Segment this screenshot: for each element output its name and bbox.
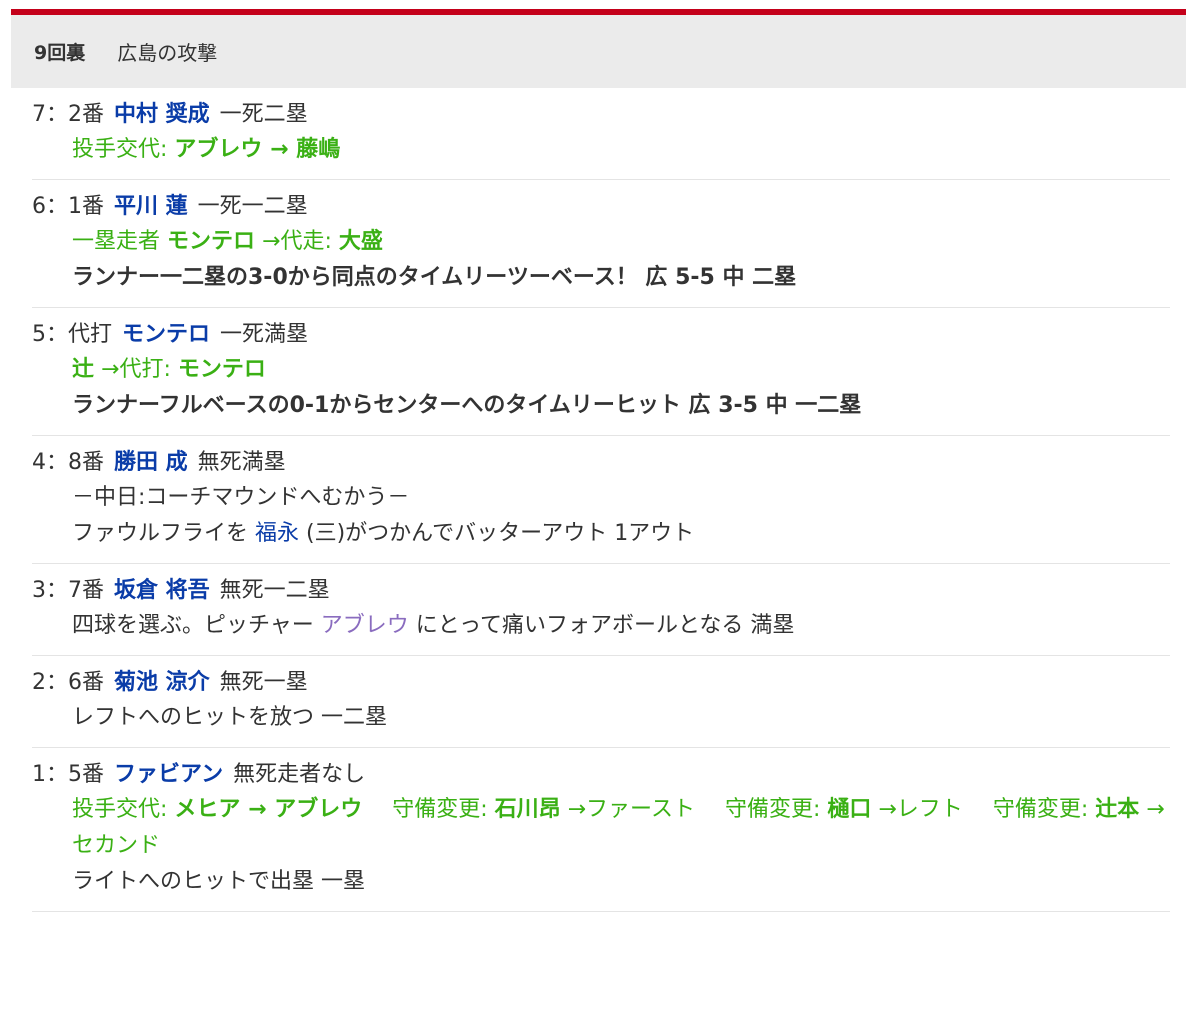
event-number: 2： (32, 670, 68, 695)
event-header: 5：代打 モンテロ 一死満塁 (32, 318, 1170, 352)
change-position: →レフト (871, 797, 963, 822)
sub-from: アブレウ (174, 137, 263, 162)
event-number: 1： (32, 762, 68, 787)
event-body: －中日:コーチマウンドへむかう－ ファウルフライを 福永 (三)がつかんでバッタ… (32, 480, 1170, 552)
event-header: 7：2番 中村 奨成 一死二塁 (32, 98, 1170, 132)
change-arrow: → (240, 797, 275, 822)
lineup-changes: 投手交代: メヒア → アブレウ 守備変更: 石川昂 →ファースト 守備変更: 樋口… (72, 792, 1170, 864)
play-by-play-panel: 9回裏 広島の攻撃 7：2番 中村 奨成 一死二塁 投手交代: アブレウ → 藤嶋 … (11, 9, 1186, 912)
play-description: ライトへのヒットで出塁 一塁 (72, 869, 365, 894)
batter-name[interactable]: 平川 蓮 (114, 194, 188, 219)
fielder-link[interactable]: 福永 (255, 521, 299, 546)
change-from: メヒア (174, 797, 241, 822)
desc-pre: 四球を選ぶ。ピッチャー (72, 613, 321, 638)
event-body: 投手交代: メヒア → アブレウ 守備変更: 石川昂 →ファースト 守備変更: 樋口… (32, 792, 1170, 900)
sub-to: モンテロ (177, 357, 266, 382)
list-item: 7：2番 中村 奨成 一死二塁 投手交代: アブレウ → 藤嶋 (32, 88, 1170, 180)
sub-arrow: → (262, 137, 297, 162)
pitcher-link[interactable]: アブレウ (321, 613, 409, 638)
event-header: 3：7番 坂倉 将吾 無死一二塁 (32, 574, 1170, 608)
batter-name[interactable]: ファビアン (114, 762, 223, 787)
batter-name[interactable]: 勝田 成 (114, 450, 188, 475)
desc-post: にとって痛いフォアボールとなる 満塁 (408, 613, 795, 638)
batting-order: 1番 (68, 194, 104, 219)
event-number: 4： (32, 450, 68, 475)
list-item: 2：6番 菊池 涼介 無死一塁 レフトへのヒットを放つ 一二塁 (32, 656, 1170, 748)
change-to: アブレウ (274, 797, 363, 822)
event-body: 四球を選ぶ。ピッチャー アブレウ にとって痛いフォアボールとなる 満塁 (32, 608, 1170, 644)
play-result: ランナー一二塁の3-0から同点のタイムリーツーベース！ 広 5-5 中 二塁 (72, 265, 797, 290)
batting-order: 代打 (68, 322, 113, 347)
list-item: 6：1番 平川 蓮一死一二塁 一塁走者 モンテロ →代走: 大盛 ランナー一二塁の… (32, 180, 1170, 308)
situation: 無死一二塁 (219, 578, 330, 603)
change-defense: 守備変更: 石川昂 →ファースト (392, 797, 695, 822)
event-number: 5： (32, 322, 68, 347)
situation: 無死満塁 (197, 450, 286, 475)
list-item: 3：7番 坂倉 将吾 無死一二塁 四球を選ぶ。ピッチャー アブレウ にとって痛いフォ… (32, 564, 1170, 656)
sub-label: 一塁走者 (72, 229, 167, 254)
substitution-line: 投手交代: アブレウ → 藤嶋 (72, 132, 1170, 168)
sub-to: 大盛 (338, 229, 383, 254)
list-item: 4：8番 勝田 成無死満塁 －中日:コーチマウンドへむかう－ ファウルフライを 福… (32, 436, 1170, 564)
change-player: 石川昂 (494, 797, 561, 822)
inning-header: 9回裏 広島の攻撃 (11, 15, 1186, 88)
change-pitcher: 投手交代: メヒア → アブレウ (72, 797, 362, 822)
event-header: 1：5番 ファビアン 無死走者なし (32, 758, 1170, 792)
play-description: 四球を選ぶ。ピッチャー アブレウ にとって痛いフォアボールとなる 満塁 (72, 608, 1170, 644)
change-label: 守備変更: (992, 797, 1096, 822)
sub-arrow: →代打: (94, 357, 178, 382)
batter-name[interactable]: 菊池 涼介 (114, 670, 210, 695)
list-item: 5：代打 モンテロ 一死満塁 辻 →代打: モンテロ ランナーフルベースの0-1から… (32, 308, 1170, 436)
event-body: 一塁走者 モンテロ →代走: 大盛 ランナー一二塁の3-0から同点のタイムリーツ… (32, 224, 1170, 296)
event-header: 4：8番 勝田 成無死満塁 (32, 446, 1170, 480)
sub-from: モンテロ (167, 229, 256, 254)
event-header: 6：1番 平川 蓮一死一二塁 (32, 190, 1170, 224)
sub-arrow: →代走: (255, 229, 339, 254)
situation: 無死走者なし (233, 762, 366, 787)
event-number: 3： (32, 578, 68, 603)
batting-order: 6番 (68, 670, 104, 695)
batter-name[interactable]: 坂倉 将吾 (114, 578, 210, 603)
sub-label: 投手交代: (72, 137, 175, 162)
play-description: レフトへのヒットを放つ 一二塁 (72, 705, 387, 730)
change-label: 投手交代: (72, 797, 175, 822)
mound-visit-note: －中日:コーチマウンドへむかう－ (72, 485, 410, 510)
batter-name[interactable]: 中村 奨成 (114, 102, 210, 127)
change-position: →ファースト (560, 797, 695, 822)
event-number: 7： (32, 102, 68, 127)
play-result: ランナーフルベースの0-1からセンターへのタイムリーヒット 広 3-5 中 一二… (72, 393, 862, 418)
event-body: レフトへのヒットを放つ 一二塁 (32, 700, 1170, 736)
batting-order: 7番 (68, 578, 104, 603)
change-label: 守備変更: (724, 797, 828, 822)
batting-order: 5番 (68, 762, 104, 787)
play-description: ファウルフライを 福永 (三)がつかんでバッターアウト 1アウト (72, 516, 1170, 552)
situation: 一死満塁 (220, 322, 309, 347)
inning-label: 9回裏 (34, 42, 86, 64)
change-defense: 守備変更: 樋口 →レフト (725, 797, 963, 822)
desc-post: (三)がつかんでバッターアウト 1アウト (299, 521, 695, 546)
event-number: 6： (32, 194, 68, 219)
sub-to: 藤嶋 (296, 137, 341, 162)
event-list: 7：2番 中村 奨成 一死二塁 投手交代: アブレウ → 藤嶋 6：1番 平川 蓮一死… (32, 88, 1170, 912)
event-body: 投手交代: アブレウ → 藤嶋 (32, 132, 1170, 168)
substitution-line: 辻 →代打: モンテロ (72, 352, 1170, 388)
batter-name[interactable]: モンテロ (122, 322, 210, 347)
substitution-line: 一塁走者 モンテロ →代走: 大盛 (72, 224, 1170, 260)
attack-label: 広島の攻撃 (117, 41, 218, 65)
batting-order: 8番 (68, 450, 104, 475)
situation: 一死一二塁 (197, 194, 308, 219)
situation: 一死二塁 (219, 102, 308, 127)
change-player: 辻本 (1095, 797, 1140, 822)
event-body: 辻 →代打: モンテロ ランナーフルベースの0-1からセンターへのタイムリーヒッ… (32, 352, 1170, 424)
sub-from: 辻 (72, 357, 95, 382)
change-label: 守備変更: (392, 797, 495, 822)
situation: 無死一塁 (219, 670, 308, 695)
list-item: 1：5番 ファビアン 無死走者なし 投手交代: メヒア → アブレウ 守備変更: 石川… (32, 748, 1170, 912)
event-header: 2：6番 菊池 涼介 無死一塁 (32, 666, 1170, 700)
batting-order: 2番 (68, 102, 104, 127)
desc-pre: ファウルフライを (72, 521, 255, 546)
change-player: 樋口 (827, 797, 872, 822)
